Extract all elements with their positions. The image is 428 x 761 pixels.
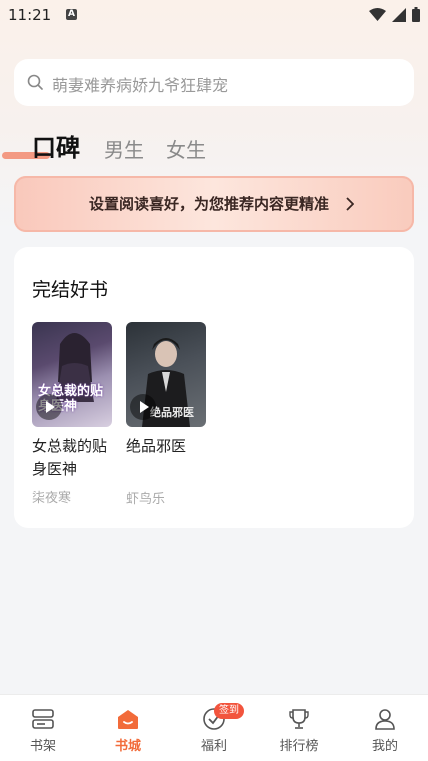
bottom-navigation: 书架 书城 签到 福利 排行榜 我的 bbox=[0, 694, 428, 761]
book-cover[interactable]: 绝品邪医 bbox=[126, 322, 206, 427]
status-time: 11:21 bbox=[8, 6, 52, 24]
bookshelf-icon bbox=[32, 709, 54, 729]
nav-bookstore[interactable]: 书城 bbox=[98, 695, 158, 761]
nav-label: 书城 bbox=[114, 739, 141, 754]
signal-icon bbox=[392, 7, 406, 22]
bookstore-icon bbox=[118, 710, 138, 729]
search-icon bbox=[27, 74, 43, 90]
nav-label: 我的 bbox=[371, 739, 398, 754]
book-author: 柒夜寒 bbox=[32, 491, 72, 506]
profile-icon bbox=[375, 709, 395, 730]
book-title[interactable]: 绝品邪医 bbox=[126, 435, 208, 458]
battery-icon bbox=[412, 7, 420, 22]
book-title[interactable]: 女总裁的贴身医神 bbox=[32, 435, 114, 481]
nav-ranking[interactable]: 排行榜 bbox=[269, 695, 329, 761]
wifi-icon bbox=[369, 7, 386, 21]
book-item[interactable]: 女总裁的贴身医神 女总裁的贴身医神 柒夜寒 bbox=[32, 322, 114, 506]
nav-label: 福利 bbox=[200, 739, 227, 754]
search-placeholder: 萌妻难养病娇九爷狂肆宠 bbox=[52, 76, 229, 95]
nav-bookshelf[interactable]: 书架 bbox=[13, 695, 73, 761]
tab-male[interactable]: 男生 bbox=[104, 134, 144, 163]
tab-female[interactable]: 女生 bbox=[166, 134, 206, 163]
nav-label: 排行榜 bbox=[279, 739, 319, 754]
book-cover[interactable]: 女总裁的贴身医神 bbox=[32, 322, 112, 427]
section-title: 完结好书 bbox=[32, 279, 109, 301]
nav-welfare[interactable]: 签到 福利 bbox=[184, 695, 244, 761]
chevron-right-icon bbox=[346, 197, 354, 211]
notification-icon: A bbox=[66, 9, 77, 20]
play-icon[interactable] bbox=[130, 394, 156, 420]
cover-title: 绝品邪医 bbox=[150, 406, 194, 419]
nav-profile[interactable]: 我的 bbox=[355, 695, 415, 761]
play-icon[interactable] bbox=[36, 394, 62, 420]
nav-label: 书架 bbox=[29, 739, 56, 754]
tab-koubei[interactable]: 口碑 bbox=[32, 128, 80, 163]
book-item[interactable]: 绝品邪医 绝品邪医 虾鸟乐 bbox=[126, 322, 208, 507]
reading-preference-banner[interactable]: 设置阅读喜好，为您推荐内容更精准 bbox=[14, 176, 414, 232]
checkin-badge: 签到 bbox=[214, 703, 244, 719]
status-right-icons bbox=[369, 7, 420, 22]
book-author: 虾鸟乐 bbox=[126, 492, 166, 507]
completed-books-card: 完结好书 女总裁的贴身医神 女总裁的贴身医神 柒夜寒 绝品邪医 绝品邪医 虾鸟乐 bbox=[14, 247, 414, 528]
search-bar[interactable]: 萌妻难养病娇九爷狂肆宠 bbox=[14, 59, 414, 106]
status-bar: 11:21 A bbox=[0, 0, 428, 30]
trophy-icon bbox=[289, 709, 309, 729]
